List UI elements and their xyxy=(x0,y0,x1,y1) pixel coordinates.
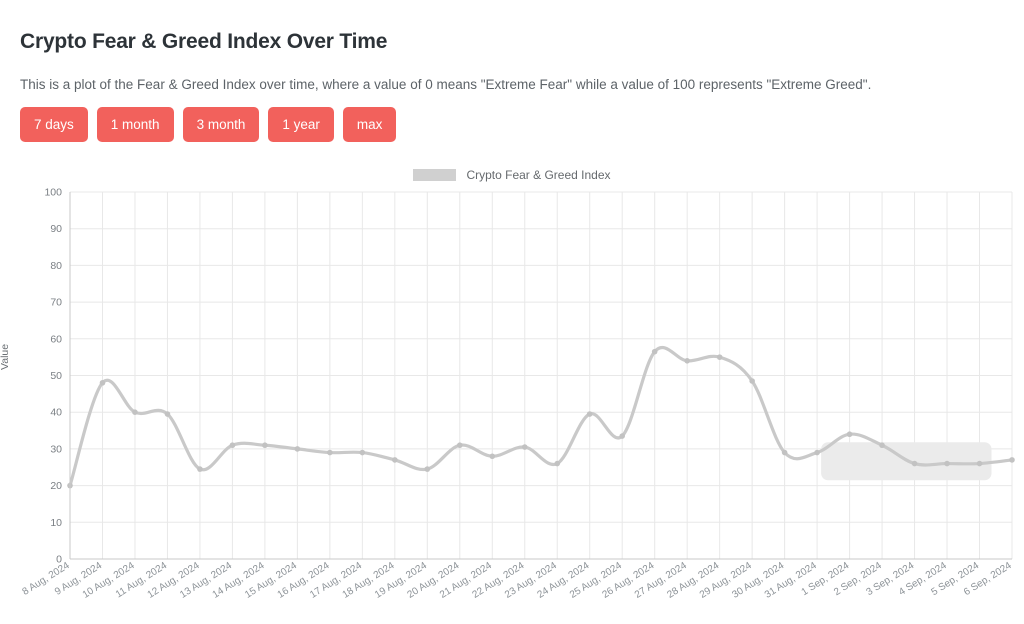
series-data-point[interactable] xyxy=(554,460,561,467)
series-data-point[interactable] xyxy=(229,442,236,449)
series-data-point[interactable] xyxy=(327,449,333,456)
y-tick-label: 70 xyxy=(50,297,62,309)
series-data-point[interactable] xyxy=(359,449,366,456)
series-data-point[interactable] xyxy=(684,358,690,364)
series-data-point[interactable] xyxy=(879,442,885,449)
series-data-point[interactable] xyxy=(392,457,398,463)
range-1-month[interactable]: 1 month xyxy=(96,107,174,142)
series-data-point[interactable] xyxy=(489,453,496,460)
y-axis-ticks: 0102030405060708090100 xyxy=(44,187,62,566)
range-3-month[interactable]: 3 month xyxy=(182,107,260,142)
y-tick-label: 40 xyxy=(50,407,62,419)
series-data-point[interactable] xyxy=(197,466,203,472)
series-data-point[interactable] xyxy=(651,348,658,355)
y-tick-label: 60 xyxy=(50,333,62,345)
y-tick-label: 100 xyxy=(44,187,62,199)
y-tick-label: 90 xyxy=(50,223,62,235)
range-max[interactable]: max xyxy=(342,107,397,142)
series-data-point[interactable] xyxy=(846,431,853,438)
range-7-days[interactable]: 7 days xyxy=(20,107,88,142)
y-tick-label: 80 xyxy=(50,260,62,272)
series-data-point[interactable] xyxy=(814,449,820,456)
page-title: Crypto Fear & Greed Index Over Time xyxy=(20,30,388,54)
series-data-point[interactable] xyxy=(424,466,431,472)
range-1-year[interactable]: 1 year xyxy=(268,107,334,142)
series-data-point[interactable] xyxy=(716,354,723,360)
series-data-point[interactable] xyxy=(132,409,138,415)
page-subtitle: This is a plot of the Fear & Greed Index… xyxy=(20,76,872,92)
y-tick-label: 20 xyxy=(50,480,62,492)
y-tick-label: 30 xyxy=(50,443,62,455)
grid-lines xyxy=(69,191,1013,560)
y-tick-label: 50 xyxy=(50,370,62,382)
y-tick-label: 10 xyxy=(50,517,62,529)
series-data-point[interactable] xyxy=(911,460,918,467)
series-data-point[interactable] xyxy=(781,449,788,456)
series-data-point[interactable] xyxy=(456,442,463,449)
series-data-point[interactable] xyxy=(521,444,528,450)
page-root: Crypto Fear & Greed Index Over Time This… xyxy=(0,0,1024,624)
chart-plot[interactable]: 0102030405060708090100 8 Aug, 20249 Aug,… xyxy=(0,160,1024,624)
series-data-point[interactable] xyxy=(619,433,626,439)
series-data-point[interactable] xyxy=(944,460,950,467)
series-data-point[interactable] xyxy=(294,446,301,452)
series-data-point[interactable] xyxy=(1009,457,1015,463)
chart-container: Crypto Fear & Greed Index Value 0 10 20 30 4… xyxy=(0,160,1024,624)
range-button-group: 7 days 1 month 3 month 1 year max xyxy=(20,107,397,142)
series-data-point[interactable] xyxy=(262,442,268,449)
series-data-point[interactable] xyxy=(749,378,755,384)
series-data-point[interactable] xyxy=(99,380,106,386)
series-data-point[interactable] xyxy=(976,460,983,467)
series-data-point[interactable] xyxy=(586,411,593,417)
series-data-point[interactable] xyxy=(164,411,171,417)
x-axis-ticks: 8 Aug, 20249 Aug, 202410 Aug, 202411 Aug… xyxy=(20,560,1013,601)
